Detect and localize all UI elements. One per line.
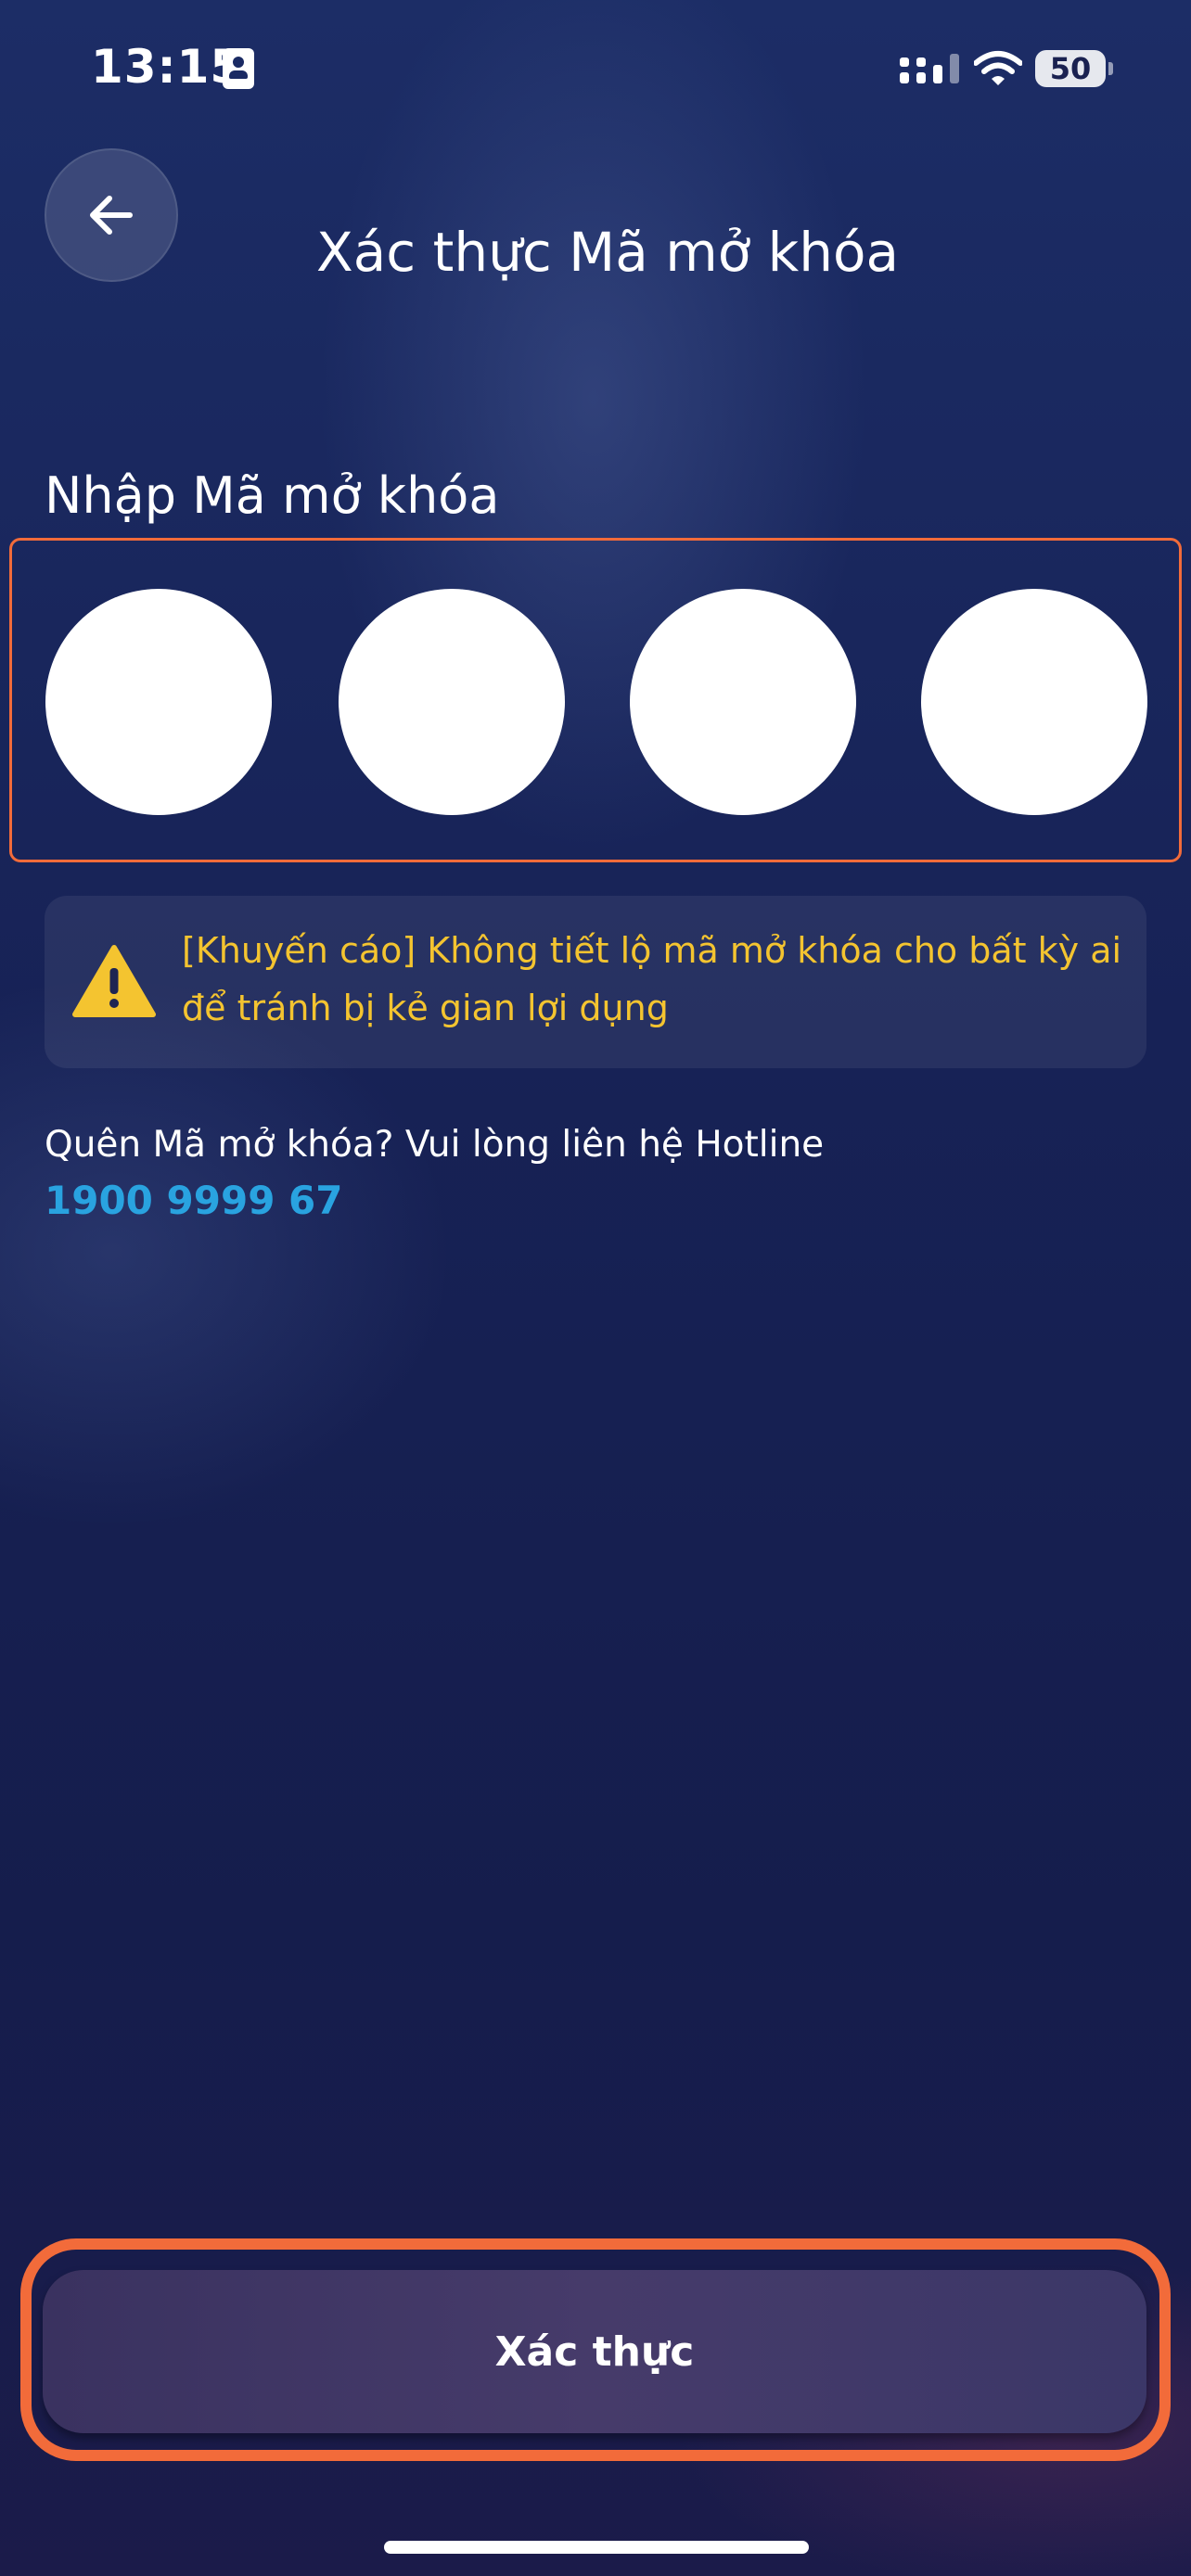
warning-card: [Khuyến cáo] Không tiết lộ mã mở khóa ch… <box>45 896 1146 1068</box>
signal-icon <box>900 54 959 83</box>
pin-input[interactable] <box>9 538 1182 862</box>
status-bar: 13:15 50 <box>0 33 1191 100</box>
pin-dot-2 <box>339 589 565 815</box>
warning-text: [Khuyến cáo] Không tiết lộ mã mở khóa ch… <box>182 930 1122 1028</box>
pin-label: Nhập Mã mở khóa <box>45 466 500 525</box>
pin-dot-3 <box>630 589 856 815</box>
arrow-left-icon <box>90 196 133 235</box>
pin-dot-1 <box>45 589 272 815</box>
status-time: 13:15 <box>91 40 244 94</box>
battery-icon: 50 <box>1035 50 1113 87</box>
hotline-number-link[interactable]: 1900 9999 67 <box>45 1172 342 1230</box>
forgot-code-text: Quên Mã mở khóa? Vui lòng liên hệ Hotlin… <box>45 1124 825 1166</box>
wifi-icon <box>974 51 1022 85</box>
page-title: Xác thực Mã mở khóa <box>315 220 899 284</box>
pin-dot-4 <box>921 589 1147 815</box>
back-button[interactable] <box>45 148 178 282</box>
contact-card-icon <box>223 48 254 89</box>
home-indicator[interactable] <box>384 2541 809 2554</box>
verify-button[interactable]: Xác thực <box>43 2270 1146 2433</box>
warning-triangle-icon <box>72 945 156 1017</box>
